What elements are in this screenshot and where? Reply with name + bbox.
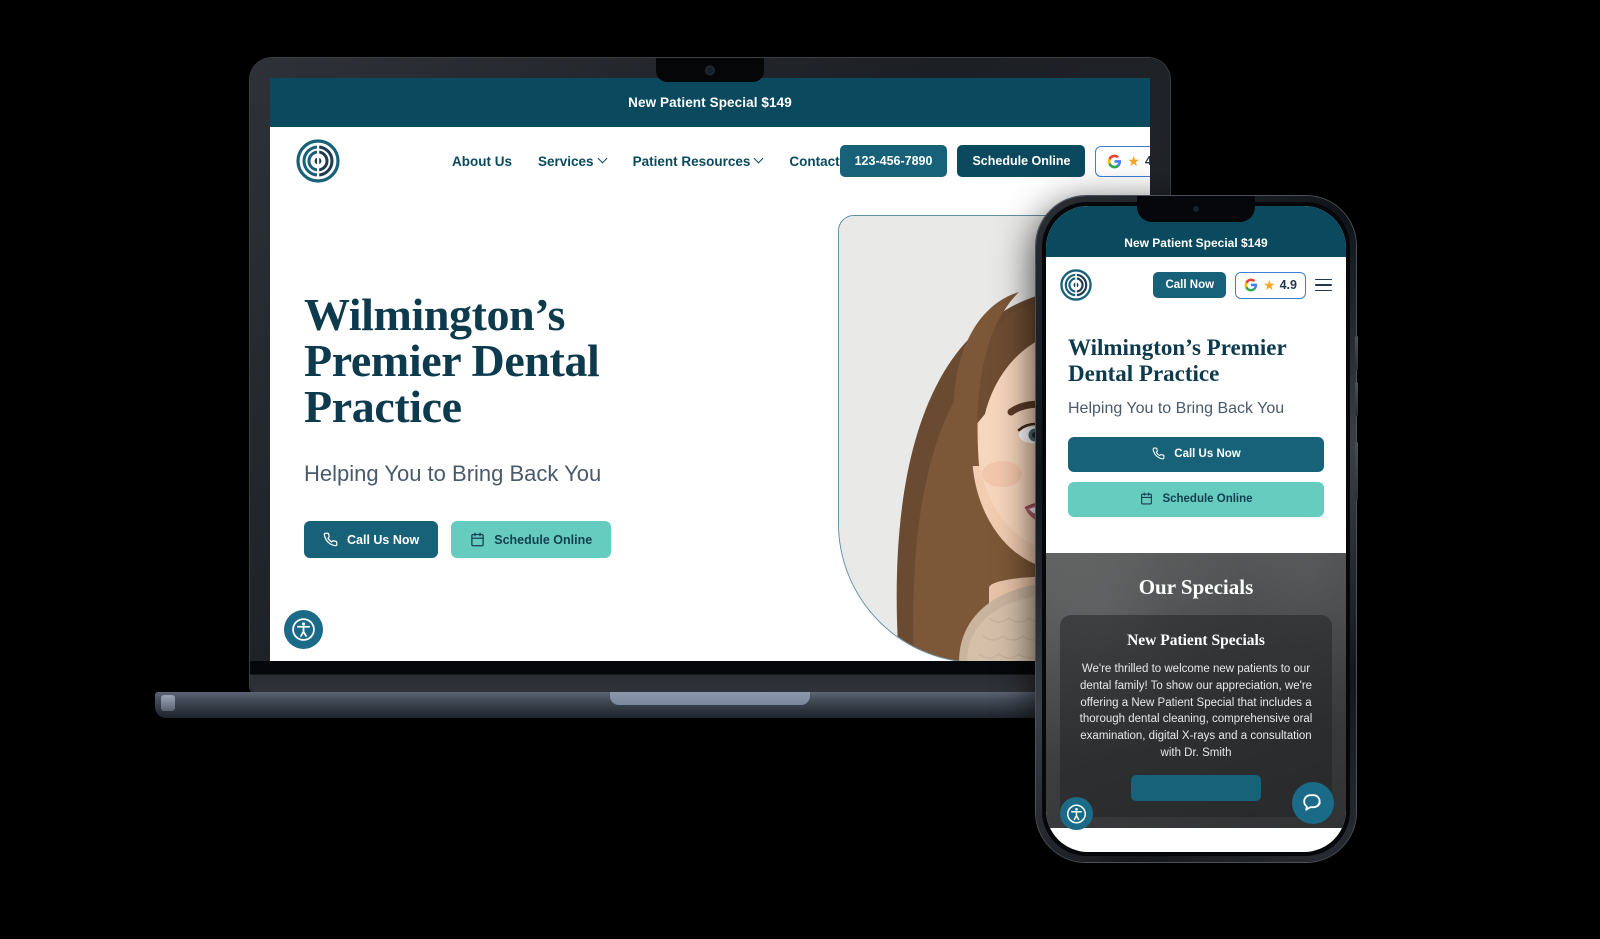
nav-item-patient-resources[interactable]: Patient Resources — [633, 154, 764, 169]
phone-screen: New Patient Special $149 Call Now ★ 4.9 … — [1046, 206, 1346, 852]
mobile-site-logo[interactable] — [1060, 269, 1092, 301]
mobile-chat-button[interactable] — [1292, 782, 1334, 824]
button-label: Call Us Now — [1174, 448, 1241, 461]
phone-volume-up-button[interactable] — [1355, 336, 1358, 370]
hero-text-block: Wilmington’s Premier Dental Practice Hel… — [304, 292, 704, 558]
promo-bar[interactable]: New Patient Special $149 — [270, 78, 1150, 127]
laptop-base-foot — [161, 695, 175, 711]
nav-label: Services — [538, 153, 594, 169]
laptop-camera-notch — [656, 58, 764, 82]
specials-card-title: New Patient Specials — [1127, 631, 1265, 649]
hero-heading: Wilmington’s Premier Dental Practice — [304, 289, 600, 432]
specials-card-body: We're thrilled to welcome new patients t… — [1079, 662, 1313, 759]
google-review-badge[interactable]: ★ 4.9 — [1095, 145, 1150, 177]
accessibility-icon — [292, 618, 315, 641]
calendar-icon — [470, 532, 485, 547]
webcam-icon — [706, 67, 714, 74]
hero-subheading: Helping You to Bring Back You — [304, 461, 602, 486]
google-rating-value: 4.9 — [1144, 154, 1150, 168]
phone-mockup: New Patient Special $149 Call Now ★ 4.9 … — [1036, 196, 1358, 862]
specials-section-title: Our Specials — [1138, 574, 1254, 599]
google-g-icon — [1244, 278, 1259, 293]
laptop-mockup: New Patient Special $149 About Us Servic… — [250, 58, 1170, 694]
specials-card-cta-button[interactable] — [1131, 774, 1261, 801]
nav-item-services[interactable]: Services — [538, 154, 607, 169]
laptop-screen: New Patient Special $149 About Us Servic… — [270, 78, 1150, 661]
laptop-base-groove — [610, 692, 810, 705]
navbar: About Us Services Patient Resources Cont… — [270, 127, 1150, 195]
calendar-icon — [1139, 492, 1154, 507]
phone-volume-down-button[interactable] — [1355, 382, 1358, 416]
mobile-hero-heading: Wilmington’s Premier Dental Practice — [1068, 335, 1287, 386]
mobile-google-rating-value: 4.9 — [1279, 278, 1297, 292]
mobile-schedule-online-button[interactable]: Schedule Online — [1068, 481, 1324, 517]
mobile-promo-text: New Patient Special $149 — [1124, 236, 1268, 250]
new-patient-specials-card: New Patient Specials We're thrilled to w… — [1060, 614, 1332, 817]
schedule-online-nav-button[interactable]: Schedule Online — [957, 145, 1086, 177]
site-logo[interactable] — [296, 139, 340, 183]
laptop-lid-bottom — [250, 661, 1170, 694]
nav-item-contact[interactable]: Contact — [789, 154, 839, 169]
screenshot-stage: New Patient Special $149 About Us Servic… — [0, 0, 1600, 939]
phone-icon — [323, 532, 338, 547]
nav-item-about-us[interactable]: About Us — [452, 154, 512, 169]
phone-number-button[interactable]: 123-456-7890 — [839, 145, 948, 177]
mobile-hero-subheading: Helping You to Bring Back You — [1068, 399, 1285, 417]
mobile-hero-section: Wilmington’s Premier Dental Practice Hel… — [1046, 313, 1346, 553]
phone-power-button[interactable] — [1355, 442, 1358, 500]
phone-icon — [1151, 447, 1166, 462]
star-icon: ★ — [1127, 153, 1140, 169]
hamburger-menu-icon[interactable] — [1315, 278, 1332, 292]
promo-bar-text: New Patient Special $149 — [628, 95, 792, 110]
accessibility-icon — [1067, 804, 1086, 823]
chevron-down-icon — [755, 155, 763, 163]
hero-schedule-online-button[interactable]: Schedule Online — [451, 521, 612, 558]
button-label: Schedule Online — [494, 532, 593, 547]
phone-camera-notch — [1137, 196, 1255, 222]
nav-label: About Us — [452, 153, 512, 169]
button-label: Schedule Online — [1162, 493, 1253, 506]
nav-label: Patient Resources — [632, 153, 751, 169]
navbar-actions: 123-456-7890 Schedule Online ★ 4 — [839, 145, 1150, 177]
hero-cta-group: Call Us Now Schedule Online — [304, 521, 704, 558]
button-label: Call Us Now — [347, 532, 420, 547]
nav-label: Contact — [789, 153, 840, 169]
accessibility-button[interactable] — [284, 610, 323, 649]
front-camera-icon — [1193, 206, 1199, 212]
mobile-accessibility-button[interactable] — [1060, 797, 1093, 830]
hero-call-us-now-button[interactable]: Call Us Now — [304, 521, 439, 558]
hero-section: Wilmington’s Premier Dental Practice Hel… — [270, 195, 1150, 661]
mobile-call-us-now-button[interactable]: Call Us Now — [1068, 436, 1324, 472]
google-g-icon — [1107, 154, 1122, 169]
mobile-google-review-badge[interactable]: ★ 4.9 — [1235, 271, 1306, 299]
chat-bubble-icon — [1303, 794, 1321, 811]
mobile-navbar: Call Now ★ 4.9 — [1046, 257, 1346, 313]
mobile-call-now-button[interactable]: Call Now — [1153, 272, 1227, 298]
chevron-down-icon — [599, 155, 607, 163]
desktop-website: New Patient Special $149 About Us Servic… — [270, 78, 1150, 661]
main-navigation: About Us Services Patient Resources Cont… — [452, 154, 840, 169]
star-icon: ★ — [1263, 277, 1276, 293]
